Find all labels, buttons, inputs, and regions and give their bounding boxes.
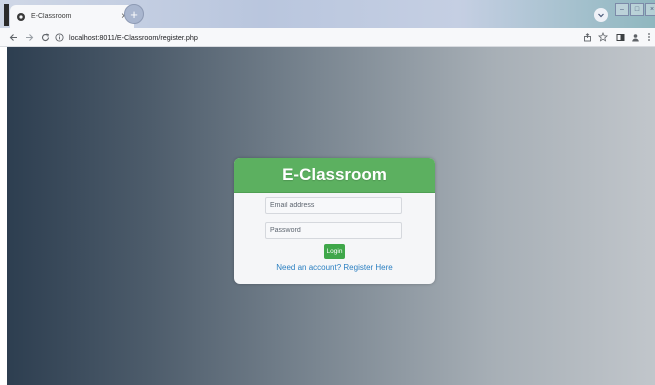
browser-tab-strip: E-Classroom × + – □ ×	[0, 0, 655, 28]
profile-icon[interactable]	[628, 30, 642, 44]
menu-icon[interactable]	[642, 30, 655, 44]
tab-title: E-Classroom	[31, 13, 72, 20]
login-button[interactable]: Login	[324, 244, 345, 259]
window-controls: – □ ×	[614, 3, 655, 16]
register-link[interactable]: Need an account? Register Here	[234, 263, 435, 272]
reload-icon[interactable]	[38, 30, 52, 44]
address-bar[interactable]: localhost:8011/E-Classroom/register.php	[54, 30, 574, 44]
login-card: E-Classroom Login Need an account? Regis…	[234, 158, 435, 284]
browser-toolbar: localhost:8011/E-Classroom/register.php	[0, 28, 655, 47]
forward-icon[interactable]	[22, 30, 36, 44]
sidebar-icon[interactable]	[613, 30, 627, 44]
chevron-down-icon[interactable]	[594, 8, 608, 22]
browser-tab[interactable]: E-Classroom ×	[10, 5, 134, 28]
favicon-icon	[15, 11, 27, 23]
minimize-icon[interactable]: –	[615, 3, 629, 16]
maximize-icon[interactable]: □	[630, 3, 644, 16]
email-input[interactable]	[265, 197, 402, 214]
bookmark-star-icon[interactable]	[596, 30, 610, 44]
info-icon[interactable]	[54, 32, 64, 42]
url-text: localhost:8011/E-Classroom/register.php	[69, 32, 198, 42]
new-tab-button[interactable]: +	[124, 4, 144, 24]
window-edge	[4, 4, 9, 26]
back-icon[interactable]	[6, 30, 20, 44]
close-window-icon[interactable]: ×	[645, 3, 655, 16]
brand-title: E-Classroom	[282, 165, 387, 184]
password-input[interactable]	[265, 222, 402, 239]
page-background: E-Classroom Login Need an account? Regis…	[7, 47, 655, 385]
share-icon[interactable]	[580, 30, 594, 44]
card-header: E-Classroom	[234, 158, 435, 193]
